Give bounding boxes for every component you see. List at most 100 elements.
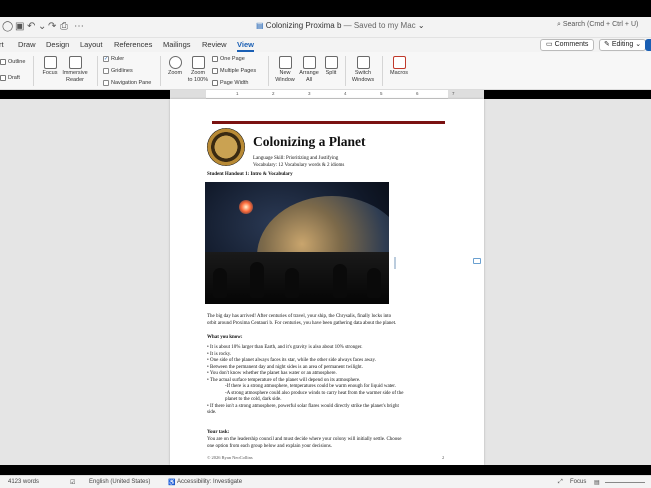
saved-status: — Saved to my Mac [343, 21, 416, 30]
ruler-number: 1 [236, 91, 239, 96]
tab-insert[interactable]: rt [0, 40, 4, 49]
tab-layout[interactable]: Layout [80, 40, 103, 49]
ruler-checkbox[interactable]: ✓ Ruler [103, 56, 124, 63]
zoom-button[interactable]: Zoom [164, 56, 186, 77]
page-number: 2 [442, 455, 445, 460]
language-skill: Language Skill: Prioritizing and Justify… [253, 156, 339, 161]
divider [97, 56, 98, 86]
comment-icon: ▭ [546, 41, 553, 48]
multiple-pages-icon [212, 68, 218, 75]
comments-label: Comments [554, 41, 589, 48]
page-width-button[interactable]: Page Width [212, 80, 248, 87]
zoom100-label-2: to 100% [187, 76, 209, 83]
intro-paragraph: The big day has arrived! After centuries… [207, 314, 447, 327]
zoom-label: Zoom [167, 70, 183, 76]
page-width-icon [212, 80, 218, 87]
ruler-left-margin [170, 90, 206, 99]
new-window-label-2: Window [275, 76, 295, 83]
accessibility-status[interactable]: Accessibility: Investigate [177, 479, 242, 485]
ruler-number: 3 [308, 91, 311, 96]
divider [160, 56, 161, 86]
gridlines-checkbox[interactable]: Gridlines [103, 68, 133, 75]
multiple-pages-button[interactable]: Multiple Pages [212, 68, 256, 75]
arrange-all-button[interactable]: Arrange All [297, 56, 321, 83]
handout-title: Student Handout 1: Intro & Vocabulary [207, 172, 293, 177]
switch-windows-button[interactable]: Switch Windows [349, 56, 377, 83]
page-width-label: Page Width [220, 80, 249, 86]
search-placeholder: Search (Cmd + Ctrl + U) [562, 21, 639, 28]
redo-icon[interactable]: ↷ [48, 21, 56, 32]
layout-icon[interactable]: ▤ [594, 479, 600, 486]
navigation-pane-checkbox[interactable]: Navigation Pane [103, 80, 151, 87]
vocabulary-line: Vocabulary: 12 Vocabulary words & 2 idio… [253, 163, 345, 168]
spaceship-bridge-image [205, 182, 389, 304]
checkbox-icon [103, 68, 109, 75]
more-icon[interactable]: ⋯ [74, 21, 84, 32]
zoom100-label-1: Zoom [190, 70, 206, 76]
tab-mailings[interactable]: Mailings [163, 40, 191, 49]
pencil-icon: ✎ [604, 41, 610, 48]
crew-silhouette [367, 268, 381, 298]
focus-label: Focus [42, 70, 58, 76]
editing-button[interactable]: ✎ Editing ⌄ [599, 39, 647, 51]
tab-draw[interactable]: Draw [18, 40, 36, 49]
ruler-number: 4 [344, 91, 347, 96]
undo-icon[interactable]: ↶ [27, 21, 35, 32]
macros-button[interactable]: Macros [387, 56, 411, 77]
header-rule [212, 121, 445, 124]
what-you-know-heading: What you know: [207, 335, 243, 340]
immersive-reader-button[interactable]: Immersive Reader [61, 56, 89, 83]
focus-icon: ⤢ [558, 479, 563, 485]
ruler-number: 7 [452, 91, 455, 96]
arrange-all-icon [302, 56, 316, 69]
comment-marker-icon[interactable] [473, 258, 481, 264]
tab-view[interactable]: View [237, 40, 254, 52]
editing-label: Editing [611, 41, 634, 48]
title-bar: ◯ ▣ ↶ ⌄ ↷ ⎙ ⋯ ▤ Colonizing Proxima b — S… [0, 17, 651, 38]
draft-button[interactable]: Draft [0, 75, 20, 82]
one-page-button[interactable]: One Page [212, 56, 245, 63]
language-status[interactable]: English (United States) [89, 479, 150, 485]
save-icon[interactable]: ▣ [15, 21, 24, 32]
tab-review[interactable]: Review [202, 40, 227, 49]
crew-silhouette [213, 268, 227, 298]
new-window-button[interactable]: New Window [273, 56, 297, 83]
intro-line: orbit around Proxima Centauri b. For cen… [207, 320, 397, 326]
draft-icon [0, 75, 6, 82]
outline-button[interactable]: Outline [0, 59, 25, 66]
undo-dropdown-icon[interactable]: ⌄ [38, 21, 46, 32]
text-cursor [394, 257, 396, 269]
home-icon[interactable]: ◯ [2, 21, 13, 32]
tab-references[interactable]: References [114, 40, 152, 49]
tab-design[interactable]: Design [46, 40, 69, 49]
zoom-100-icon [191, 56, 205, 69]
divider [33, 56, 34, 86]
share-button[interactable] [645, 39, 651, 51]
doc-name: Colonizing Proxima b [265, 21, 342, 30]
multiple-pages-label: Multiple Pages [220, 68, 257, 74]
horizontal-ruler[interactable]: 1 2 3 4 5 6 7 [170, 90, 484, 99]
print-icon[interactable]: ⎙ [60, 21, 68, 32]
task-paragraph: You are on the leadership council and mu… [207, 437, 447, 450]
document-title[interactable]: ▤ Colonizing Proxima b — Saved to my Mac… [256, 21, 425, 30]
zoom-100-button[interactable]: Zoom to 100% [186, 56, 210, 83]
focus-status[interactable]: Focus [570, 479, 586, 485]
accessibility-icon: ♿ [168, 480, 176, 486]
document-canvas[interactable]: Colonizing a Planet Language Skill: Prio… [0, 99, 651, 465]
arrange-all-label-2: All [305, 76, 313, 83]
search-input[interactable]: ⌕ Search (Cmd + Ctrl + U) [557, 21, 638, 29]
crew-silhouette [285, 268, 299, 298]
proofing-icon[interactable]: ☑ [70, 479, 75, 486]
divider [345, 56, 346, 86]
focus-button[interactable]: Focus [39, 56, 61, 77]
zoom-slider[interactable] [605, 482, 645, 483]
document-page[interactable]: Colonizing a Planet Language Skill: Prio… [170, 99, 484, 465]
split-icon [324, 56, 338, 69]
search-icon: ⌕ [557, 21, 561, 28]
split-button[interactable]: Split [321, 56, 341, 77]
comments-button[interactable]: ▭ Comments [540, 39, 595, 51]
immersive-label-2: Reader [65, 76, 85, 83]
word-count[interactable]: 4123 words [8, 479, 39, 485]
gridlines-label: Gridlines [111, 68, 133, 74]
new-window-label-1: New [279, 70, 291, 76]
